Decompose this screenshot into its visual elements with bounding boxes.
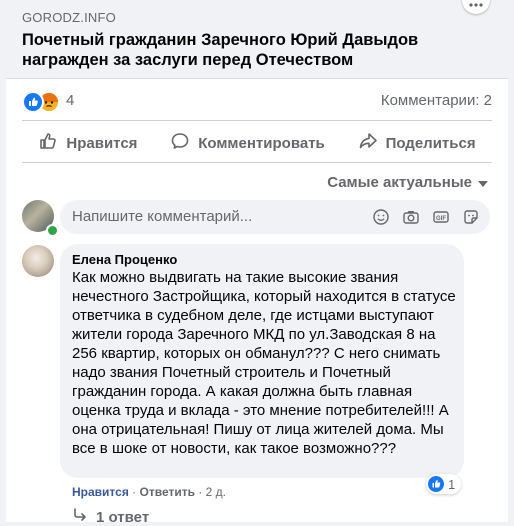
commenter-avatar[interactable] xyxy=(22,245,54,277)
link-headline[interactable]: Почетный гражданин Заречного Юрий Давыдо… xyxy=(22,30,462,70)
caret-down-icon xyxy=(478,180,488,187)
comments-count[interactable]: Комментарии: 2 xyxy=(381,92,492,109)
comment-reply-link[interactable]: Ответить xyxy=(140,485,195,499)
comment-bubble: Елена Проценко Как можно выдвигать на та… xyxy=(60,244,464,478)
share-button[interactable]: Поделиться xyxy=(358,131,476,155)
divider xyxy=(22,120,492,121)
share-button-label: Поделиться xyxy=(385,134,476,152)
reactions-summary: 4 Комментарии: 2 xyxy=(22,90,492,113)
comment-text: Как можно выдвигать на такие высокие зва… xyxy=(72,269,456,457)
comment-like-count: 1 xyxy=(448,476,456,492)
gif-icon[interactable]: GIF xyxy=(432,208,450,226)
separator-dot: · xyxy=(198,485,206,499)
divider xyxy=(22,162,492,163)
sticker-icon[interactable] xyxy=(462,208,480,226)
comment-reaction-badge[interactable]: 1 xyxy=(426,474,462,494)
share-icon xyxy=(358,131,378,155)
comment-input[interactable]: Напишите комментарий... GIF xyxy=(60,200,490,234)
like-reaction-icon[interactable] xyxy=(22,91,44,113)
like-reaction-icon xyxy=(428,476,444,492)
comment-actions: Нравится · Ответить · 2 д. xyxy=(72,485,226,499)
like-button[interactable]: Нравится xyxy=(38,131,137,155)
online-status-indicator xyxy=(46,224,59,237)
comment-icon xyxy=(170,131,190,155)
svg-text:GIF: GIF xyxy=(436,216,446,222)
like-button-label: Нравится xyxy=(66,134,138,152)
comment-timestamp[interactable]: 2 д. xyxy=(206,485,226,499)
post-card: GORODZ.INFO Почетный гражданин Заречного… xyxy=(6,0,508,526)
composer-tools: GIF xyxy=(372,208,480,226)
comment-author[interactable]: Елена Проценко xyxy=(72,252,177,267)
link-domain: GORODZ.INFO xyxy=(22,10,116,25)
view-replies-link[interactable]: 1 ответ xyxy=(72,508,149,526)
comment-input-placeholder: Напишите комментарий... xyxy=(72,208,253,225)
separator-dot: · xyxy=(132,485,140,499)
thumbs-up-icon xyxy=(38,131,58,155)
replies-label: 1 ответ xyxy=(96,508,150,526)
camera-icon[interactable] xyxy=(402,208,420,226)
post-actions: Нравится Комментировать Поделиться xyxy=(22,124,492,162)
link-preview[interactable]: GORODZ.INFO Почетный гражданин Заречного… xyxy=(6,0,508,79)
sort-label: Самые актуальные xyxy=(327,174,472,191)
comment-button[interactable]: Комментировать xyxy=(170,131,325,155)
reaction-count[interactable]: 4 xyxy=(66,92,74,109)
sort-dropdown[interactable]: Самые актуальные xyxy=(327,174,488,191)
comment-like-link[interactable]: Нравится xyxy=(72,485,129,499)
reply-arrow-icon xyxy=(72,508,88,526)
comment-button-label: Комментировать xyxy=(198,134,325,152)
emoji-icon[interactable] xyxy=(372,208,390,226)
